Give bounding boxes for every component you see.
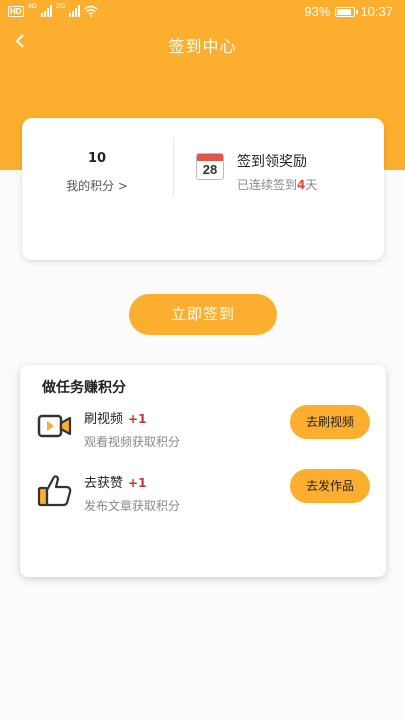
network-type-1: 4G bbox=[27, 2, 37, 10]
tasks-title: 做任务赚积分 bbox=[42, 380, 126, 396]
task-row-video: 刷视频 +1 观看视频获取积分 去刷视频 bbox=[20, 405, 386, 455]
task-name-text: 去获赞 bbox=[84, 476, 124, 491]
calendar-day: 28 bbox=[202, 162, 218, 177]
signal-icon-2 bbox=[69, 5, 81, 17]
task-name: 刷视频 +1 bbox=[84, 408, 146, 427]
task-name-text: 刷视频 bbox=[84, 412, 124, 427]
wifi-icon bbox=[84, 5, 98, 17]
battery-percent: 93% bbox=[304, 4, 331, 19]
checkin-reward-title: 签到领奖励 bbox=[237, 154, 307, 170]
task-row-likes: 去获赞 +1 发布文章获取积分 去发作品 bbox=[20, 469, 386, 519]
points-value: 10 bbox=[87, 151, 107, 166]
status-left: HD 4G 2G bbox=[8, 2, 98, 17]
task-bonus: +1 bbox=[128, 412, 147, 426]
checkin-now-button[interactable]: 立即签到 bbox=[129, 294, 277, 335]
task-bonus: +1 bbox=[128, 476, 147, 490]
page-title: 签到中心 bbox=[168, 37, 237, 56]
calendar-icon: 28 bbox=[196, 153, 224, 180]
network-type-2: 2G bbox=[55, 2, 66, 10]
thumbs-up-icon bbox=[37, 475, 72, 507]
hd-badge: HD bbox=[8, 5, 24, 17]
divider bbox=[173, 138, 174, 196]
task-name: 去获赞 +1 bbox=[84, 472, 146, 491]
task-desc: 发布文章获取积分 bbox=[84, 499, 181, 513]
checkin-streak-text: 已连续签到4天 bbox=[237, 176, 317, 193]
video-camera-icon bbox=[37, 414, 72, 438]
my-points-link[interactable]: 10 我的积分 > bbox=[22, 118, 172, 260]
post-work-button[interactable]: 去发作品 bbox=[290, 469, 370, 503]
watch-video-button[interactable]: 去刷视频 bbox=[290, 405, 370, 439]
signal-icon bbox=[40, 5, 52, 17]
battery-icon bbox=[335, 6, 359, 17]
streak-suffix: 天 bbox=[305, 178, 318, 192]
summary-card: 10 我的积分 > 28 签到领奖励 已连续签到4天 bbox=[22, 118, 384, 260]
tasks-card: 做任务赚积分 刷视频 +1 观看视频获取积分 去刷视频 去获赞 +1 发布文章获取积… bbox=[20, 365, 386, 577]
status-right: 93% 10:37 bbox=[304, 4, 393, 19]
streak-prefix: 已连续签到 bbox=[237, 178, 298, 192]
clock: 10:37 bbox=[360, 4, 393, 19]
task-desc: 观看视频获取积分 bbox=[84, 435, 181, 449]
status-bar: HD 4G 2G 93% 10:37 bbox=[0, 0, 405, 26]
points-label: 我的积分 > bbox=[66, 179, 128, 193]
